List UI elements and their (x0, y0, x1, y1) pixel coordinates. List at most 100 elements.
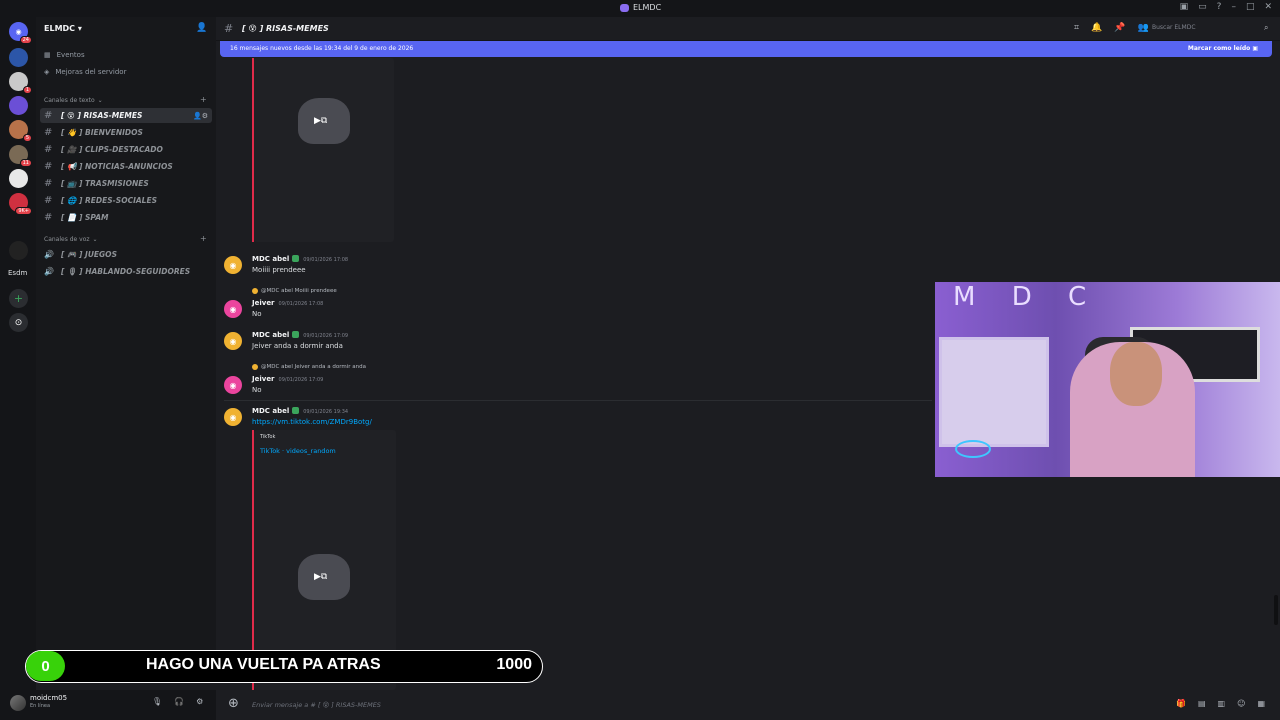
bell-icon[interactable]: 🔔 (1091, 23, 1102, 33)
play-icon[interactable]: ▶⧉ (314, 116, 327, 126)
server-icon[interactable] (9, 241, 28, 260)
mark-read-button[interactable]: Marcar como leído ▣ (1188, 45, 1258, 52)
notification-badge: 5 (22, 134, 32, 142)
voice-channel-juegos[interactable]: 🔊 [ 🎮 ] JUEGOS (40, 247, 212, 262)
channel-trasmisiones[interactable]: # [ 📺 ] TRASMISIONES (40, 176, 212, 191)
new-messages-banner[interactable]: 16 mensajes nuevos desde las 19:34 del 9… (220, 41, 1272, 57)
server-icon[interactable]: 9K+ (9, 193, 32, 215)
avatar: ◉ (224, 300, 242, 318)
scrollbar[interactable] (1274, 595, 1278, 625)
server-icon[interactable] (9, 48, 28, 67)
message-author[interactable]: Jeiver 09/01/2026 17:09 (252, 375, 323, 383)
inbox-icon[interactable]: ▣ (1180, 2, 1189, 12)
shelf (939, 337, 1049, 447)
search-icon[interactable]: ⌕ (1264, 23, 1268, 33)
avatar: ◉ (224, 332, 242, 350)
close-button[interactable]: ✕ (1264, 2, 1272, 12)
message-author[interactable]: MDC abel 09/01/2026 19:34 (252, 407, 348, 415)
headphones-icon[interactable]: 🎧 (174, 697, 184, 706)
server-icon[interactable] (9, 96, 28, 115)
hash-icon: # (44, 161, 53, 172)
boosts-link[interactable]: ◈ Mejoras del servidor (44, 68, 126, 76)
server-label[interactable]: Esdm (8, 269, 27, 277)
neon-sign: M D C (953, 282, 1101, 312)
discover-icon[interactable]: ⊙ (9, 313, 28, 332)
author-name: MDC abel (252, 407, 290, 415)
hash-icon: # (44, 144, 53, 155)
message-input[interactable]: Enviar mensaje a # [ 😵 ] RISAS-MEMES (252, 701, 381, 709)
role-badge-icon (292, 255, 300, 262)
emoji-icon[interactable]: ☺ (1237, 699, 1245, 708)
reply-reference[interactable]: @MDC abel Jeiver anda a dormir anda (252, 364, 366, 370)
reply-reference[interactable]: @MDC abel Moiiii prendeee (252, 288, 337, 294)
message-author[interactable]: Jeiver 09/01/2026 17:08 (252, 299, 323, 307)
hash-icon: # (44, 212, 53, 223)
channel-noticias-anuncios[interactable]: # [ 📢 ] NOTICIAS-ANUNCIOS (40, 159, 212, 174)
guild-name[interactable]: ELMDC ▾ (44, 24, 82, 33)
timestamp: 09/01/2026 17:08 (278, 301, 324, 307)
speaker-icon: 🔊 (44, 267, 54, 276)
avatar[interactable] (10, 695, 26, 711)
add-member-icon[interactable]: 👤 (196, 23, 207, 33)
pin-icon[interactable]: 📌 (1114, 23, 1125, 33)
speaker-icon: 🔊 (44, 250, 54, 259)
embed-title[interactable]: TikTok · videos_random (260, 447, 336, 455)
add-voice-channel-icon[interactable]: + (200, 234, 207, 243)
sticker-icon[interactable]: ▥ (1218, 699, 1226, 708)
message-link[interactable]: https://vm.tiktok.com/ZMDr9Botg/ (252, 418, 372, 426)
video-embed[interactable]: ▶⧉ (254, 58, 394, 242)
voice-category[interactable]: Canales de voz ⌄ (44, 236, 98, 243)
add-channel-icon[interactable]: + (200, 95, 207, 104)
microphone-icon[interactable]: 🎙 (152, 697, 162, 706)
channel-settings-icon[interactable]: 👤⚙ (193, 112, 208, 120)
threads-icon[interactable]: ⌗ (1074, 23, 1079, 33)
channel-label: [ 📄 ] SPAM (61, 213, 109, 222)
timestamp: 09/01/2026 17:09 (303, 333, 349, 339)
apps-icon[interactable]: ▦ (1257, 699, 1265, 708)
members-icon[interactable]: 👥 (1138, 23, 1149, 33)
message-text: Jeiver anda a dormir anda (252, 342, 343, 350)
message-author[interactable]: MDC abel 09/01/2026 17:08 (252, 255, 348, 263)
home-button[interactable]: ◉ 24 (9, 22, 32, 44)
monitor-icon[interactable]: ▭ (1198, 2, 1207, 12)
channel-label: [ 😵 ] RISAS-MEMES (61, 111, 143, 120)
goal-target: 1000 (496, 656, 532, 673)
server-icon[interactable]: 1 (9, 72, 32, 94)
channel-risas-memes[interactable]: # [ 😵 ] RISAS-MEMES 👤⚙ (40, 108, 212, 123)
play-icon[interactable]: ▶⧉ (314, 572, 327, 582)
timestamp: 09/01/2026 17:08 (303, 257, 349, 263)
chevron-down-icon: ⌄ (97, 97, 103, 104)
author-name: Jeiver (252, 375, 275, 383)
timestamp: 09/01/2026 19:34 (303, 409, 349, 415)
text-category[interactable]: Canales de texto ⌄ (44, 97, 103, 104)
gif-icon[interactable]: ▤ (1198, 699, 1206, 708)
gift-icon[interactable]: 🎁 (1176, 699, 1186, 708)
search-input[interactable]: Buscar ELMDC (1152, 24, 1272, 31)
guild-name-text: ELMDC (44, 24, 76, 33)
gear-icon[interactable]: ⚙ (196, 697, 203, 706)
help-icon[interactable]: ? (1217, 2, 1222, 12)
server-icon[interactable]: 5 (9, 120, 32, 142)
message-composer: ⊕ Enviar mensaje a # [ 😵 ] RISAS-MEMES 🎁… (216, 690, 1280, 720)
boosts-label: Mejoras del servidor (55, 68, 127, 76)
hash-icon: # (44, 178, 53, 189)
channel-label: [ 👋 ] BIENVENIDOS (61, 128, 143, 137)
add-attachment-icon[interactable]: ⊕ (228, 696, 239, 711)
channel-clips-destacado[interactable]: # [ 🎥 ] CLIPS-DESTACADO (40, 142, 212, 157)
message-author[interactable]: MDC abel 09/01/2026 17:09 (252, 331, 348, 339)
add-server-icon[interactable]: + (9, 289, 28, 308)
channel-label: [ 🎮 ] JUEGOS (61, 250, 117, 259)
channel-spam[interactable]: # [ 📄 ] SPAM (40, 210, 212, 225)
header-toolbar: ⌗ 🔔 📌 👥 (1074, 23, 1149, 33)
channel-bienvenidos[interactable]: # [ 👋 ] BIENVENIDOS (40, 125, 212, 140)
minimize-button[interactable]: – (1231, 2, 1236, 12)
maximize-button[interactable]: □ (1246, 2, 1255, 12)
window-title-text: ELMDC (633, 3, 662, 12)
events-link[interactable]: ▦ Eventos (44, 51, 85, 59)
server-icon[interactable] (9, 169, 28, 188)
hash-icon: # (44, 195, 53, 206)
voice-channel-hablando-seguidores[interactable]: 🔊 [ 🎙 ] HABLANDO-SEGUIDORES (40, 264, 212, 279)
server-icon[interactable]: 11 (9, 145, 32, 167)
channel-redes-sociales[interactable]: # [ 🌐 ] REDES-SOCIALES (40, 193, 212, 208)
username: moidcm05 (30, 694, 68, 702)
